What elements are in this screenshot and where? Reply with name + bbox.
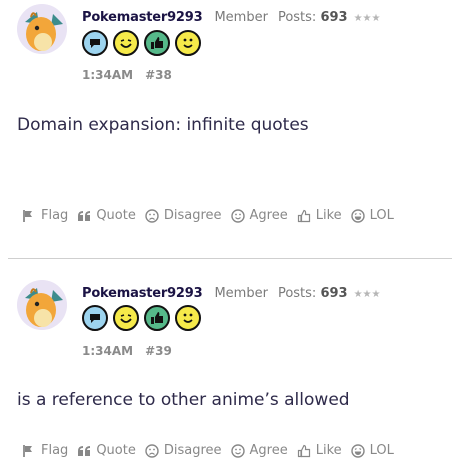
thumbs-up-badge-icon[interactable] — [144, 305, 170, 331]
disagree-label: Disagree — [163, 208, 222, 223]
agree-button[interactable]: Agree — [230, 208, 288, 223]
rank-stars: ★★★ — [353, 13, 381, 24]
speech-bubble-badge-icon[interactable] — [82, 30, 108, 56]
post-body: Domain expansion: infinite quotes — [17, 115, 309, 135]
speech-bubble-badge-icon[interactable] — [82, 305, 108, 331]
post-count: Posts: 693 — [277, 286, 348, 301]
like-label: Like — [315, 443, 342, 458]
like-label: Like — [315, 208, 342, 223]
post-38: Pokemaster9293 Member Posts: 693 ★★★ 1:34AM… — [0, 0, 452, 258]
agree-label: Agree — [249, 208, 288, 223]
laugh-icon — [350, 443, 365, 458]
thumbs-up-badge-icon[interactable] — [144, 30, 170, 56]
disagree-button[interactable]: Disagree — [145, 208, 222, 223]
thumbs-up-icon — [297, 444, 310, 457]
smile-icon — [230, 443, 245, 458]
disagree-label: Disagree — [163, 443, 222, 458]
post-actions: Flag Quote Disagree Agree Like LOL — [22, 208, 403, 223]
quote-button[interactable]: Quote — [77, 443, 136, 458]
flag-label: Flag — [41, 208, 69, 223]
post-meta: 1:34AM #38 — [82, 68, 172, 82]
agree-button[interactable]: Agree — [230, 443, 288, 458]
user-info: Pokemaster9293 Member Posts: 693 ★★★ — [82, 286, 380, 303]
lol-button[interactable]: LOL — [350, 208, 394, 223]
badge-row — [82, 305, 201, 331]
agree-label: Agree — [249, 443, 288, 458]
post-body: is a reference to other anime’s allowed — [17, 390, 350, 410]
post-meta: 1:34AM #39 — [82, 344, 172, 358]
post-time[interactable]: 1:34AM — [82, 68, 133, 82]
quote-label: Quote — [96, 443, 136, 458]
rank-stars: ★★★ — [353, 289, 381, 300]
smile-badge-icon[interactable] — [175, 305, 201, 331]
lol-label: LOL — [369, 208, 394, 223]
flag-button[interactable]: Flag — [22, 208, 68, 223]
like-button[interactable]: Like — [297, 208, 342, 223]
thumbs-up-icon — [297, 209, 310, 222]
lol-button[interactable]: LOL — [350, 443, 394, 458]
username-link[interactable]: Pokemaster9293 — [82, 286, 203, 301]
quote-button[interactable]: Quote — [77, 208, 136, 223]
frown-icon — [145, 208, 159, 223]
disagree-button[interactable]: Disagree — [145, 443, 222, 458]
post-39: Pokemaster9293 Member Posts: 693 ★★★ 1:34AM… — [0, 259, 452, 471]
post-count: Posts: 693 — [277, 10, 348, 25]
badge-row — [82, 30, 201, 56]
post-actions: Flag Quote Disagree Agree Like LOL — [22, 443, 403, 458]
smile-badge-icon[interactable] — [175, 30, 201, 56]
user-role: Member — [214, 286, 268, 301]
flag-icon — [23, 209, 32, 222]
flag-icon — [23, 444, 32, 457]
flag-button[interactable]: Flag — [22, 443, 68, 458]
wink-badge-icon[interactable] — [113, 30, 139, 56]
post-number[interactable]: #39 — [145, 344, 172, 358]
post-time[interactable]: 1:34AM — [82, 344, 133, 358]
post-number[interactable]: #38 — [145, 68, 172, 82]
flag-label: Flag — [41, 443, 69, 458]
like-button[interactable]: Like — [297, 443, 342, 458]
username-link[interactable]: Pokemaster9293 — [82, 10, 203, 25]
wink-badge-icon[interactable] — [113, 305, 139, 331]
avatar[interactable] — [17, 280, 67, 330]
quote-label: Quote — [96, 208, 136, 223]
frown-icon — [145, 443, 159, 458]
user-role: Member — [214, 10, 268, 25]
quote-icon — [78, 210, 91, 221]
smile-icon — [230, 208, 245, 223]
laugh-icon — [350, 208, 365, 223]
lol-label: LOL — [369, 443, 394, 458]
avatar[interactable] — [17, 4, 67, 54]
quote-icon — [78, 445, 91, 456]
user-info: Pokemaster9293 Member Posts: 693 ★★★ — [82, 10, 380, 27]
